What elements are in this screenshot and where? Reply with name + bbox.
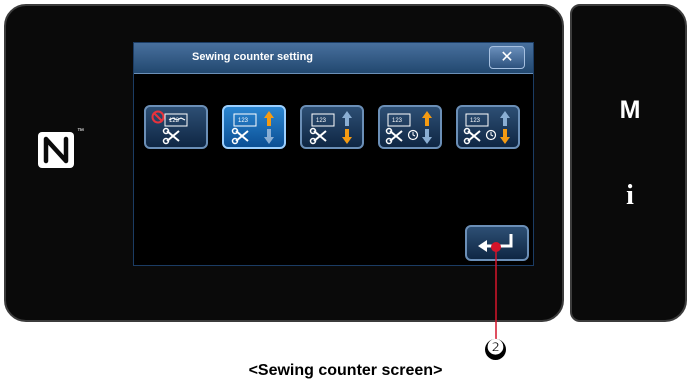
side-key-panel [570, 4, 687, 322]
svg-text:123: 123 [169, 118, 180, 124]
close-button[interactable]: ✕ [489, 46, 525, 69]
counter-timed-up-button[interactable]: 123 [378, 105, 442, 149]
counter-timed-down-icon: 123 [463, 111, 510, 145]
nfc-icon [38, 132, 74, 168]
enter-return-icon [478, 234, 513, 252]
counter-disabled-icon: 123 [151, 110, 188, 145]
counter-up-button[interactable]: 123 [222, 105, 286, 149]
counter-timed-down-button[interactable]: 123 [456, 105, 520, 149]
enter-button[interactable] [465, 225, 529, 261]
svg-text:123: 123 [470, 118, 481, 124]
dialog-title: Sewing counter setting [192, 51, 314, 63]
svg-text:123: 123 [392, 118, 403, 124]
counter-down-icon: 123 [309, 111, 352, 145]
counter-up-icon: 123 [231, 111, 274, 145]
callout-number: ❷ [485, 337, 506, 360]
svg-text:123: 123 [316, 118, 327, 124]
information-key[interactable]: i [616, 180, 644, 212]
counter-timed-up-icon: 123 [385, 111, 432, 145]
figure-caption: <Sewing counter screen> [248, 362, 443, 379]
trademark-mark: ™ [77, 128, 84, 135]
dialog-titlebar: Sewing counter setting ✕ [134, 43, 533, 74]
counter-disabled-button[interactable]: 123 [144, 105, 208, 149]
m-key[interactable]: M [616, 96, 644, 125]
counter-down-button[interactable]: 123 [300, 105, 364, 149]
svg-text:123: 123 [238, 118, 249, 124]
